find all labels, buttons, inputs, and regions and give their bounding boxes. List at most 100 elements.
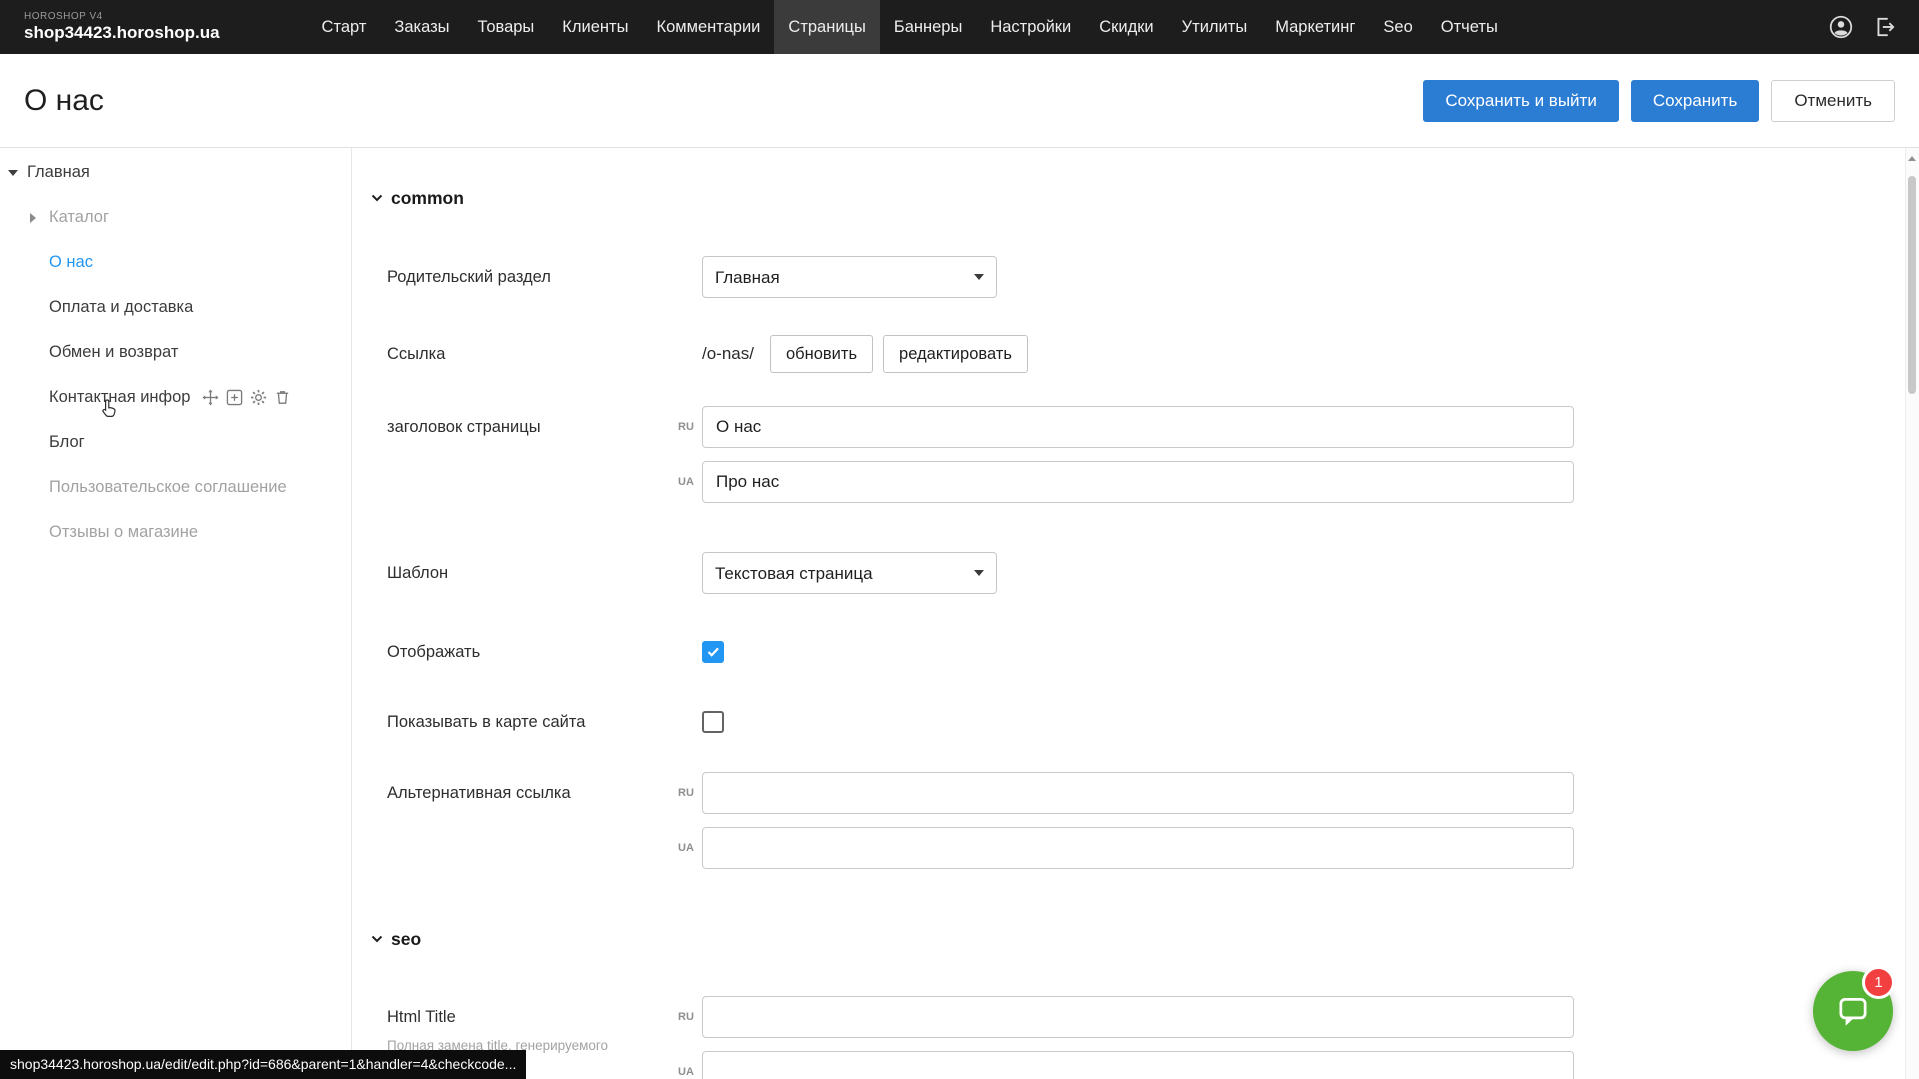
tree-item-actions (202, 389, 291, 406)
alt-link-inputs: RU UA (678, 772, 1574, 869)
link-preview-statusbar: shop34423.horoshop.ua/edit/edit.php?id=6… (0, 1050, 526, 1079)
html-title-label-block: Html Title Полная замена title, генериру… (387, 996, 678, 1055)
scroll-up-arrow[interactable] (1908, 156, 1916, 161)
topbar-icons (1829, 15, 1897, 39)
sidebar-item-label: Контактная инфор (49, 388, 190, 407)
parent-section-select-input[interactable]: Главная (702, 256, 997, 298)
template-row: Шаблон Текстовая страница (387, 552, 1919, 594)
scrollbar[interactable] (1905, 148, 1919, 1079)
content-area: Главная Каталог О нас Оплата и доставка … (0, 148, 1919, 1079)
chevron-down-icon (371, 935, 383, 943)
html-title-inputs: RU UA (678, 996, 1574, 1079)
html-title-label: Html Title (387, 996, 678, 1038)
brand-version: HOROSHOP V4 (24, 11, 220, 22)
nav-banners[interactable]: Баннеры (880, 0, 976, 54)
caret-right-icon[interactable] (30, 213, 36, 223)
nav-settings[interactable]: Настройки (976, 0, 1085, 54)
alt-link-label: Альтернативная ссылка (387, 772, 678, 814)
nav-marketing[interactable]: Маркетинг (1261, 0, 1369, 54)
nav-utilities[interactable]: Утилиты (1168, 0, 1262, 54)
template-label: Шаблон (387, 564, 702, 583)
nav-pages[interactable]: Страницы (774, 0, 879, 54)
page-title-inputs: RU UA (678, 406, 1574, 503)
nav-start[interactable]: Старт (308, 0, 381, 54)
html-title-row: Html Title Полная замена title, генериру… (387, 996, 1919, 1079)
save-and-exit-button[interactable]: Сохранить и выйти (1423, 80, 1618, 122)
scrollbar-thumb[interactable] (1908, 176, 1916, 394)
page-header: О нас Сохранить и выйти Сохранить Отмени… (0, 54, 1919, 148)
sidebar-item-glavnaya[interactable]: Главная (0, 150, 351, 195)
sitemap-label: Показывать в карте сайта (387, 713, 702, 732)
nav-comments[interactable]: Комментарии (642, 0, 774, 54)
lang-ua-label: UA (678, 1066, 702, 1078)
move-icon[interactable] (202, 389, 219, 406)
sidebar-item-o-nas[interactable]: О нас (0, 240, 351, 285)
sitemap-row: Показывать в карте сайта (387, 711, 1919, 733)
lang-ua-label: UA (678, 476, 702, 488)
sidebar-item-kontaktnaya-infor[interactable]: Контактная инфор (0, 375, 351, 420)
nav-orders[interactable]: Заказы (380, 0, 463, 54)
page-edit-form: common Родительский раздел Главная Ссылк… (352, 148, 1919, 1079)
save-button[interactable]: Сохранить (1631, 80, 1759, 122)
sidebar-item-label: Обмен и возврат (49, 343, 178, 362)
display-checkbox[interactable] (702, 641, 724, 663)
link-row: Ссылка /o-nas/ обновить редактировать (387, 335, 1919, 373)
parent-section-select[interactable]: Главная (702, 256, 997, 298)
header-buttons: Сохранить и выйти Сохранить Отменить (1423, 80, 1895, 122)
sidebar-item-oplata-i-dostavka[interactable]: Оплата и доставка (0, 285, 351, 330)
brand-domain: shop34423.horoshop.ua (24, 23, 220, 43)
sidebar-item-polzovatelskoe-soglashenie[interactable]: Пользовательское соглашение (0, 465, 351, 510)
check-icon (707, 647, 720, 657)
alt-link-ru-input[interactable] (702, 772, 1574, 814)
section-seo[interactable]: seo (371, 929, 1919, 949)
user-icon[interactable] (1829, 15, 1853, 39)
app-window: HOROSHOP V4 shop34423.horoshop.ua Старт … (0, 0, 1919, 1079)
brand-logo[interactable]: HOROSHOP V4 shop34423.horoshop.ua (24, 11, 220, 43)
chevron-down-icon (371, 194, 383, 202)
sidebar-item-katalog[interactable]: Каталог (0, 195, 351, 240)
nav-seo[interactable]: Seo (1369, 0, 1426, 54)
edit-link-button[interactable]: редактировать (883, 335, 1028, 373)
chat-button[interactable]: 1 (1813, 971, 1893, 1051)
nav-products[interactable]: Товары (464, 0, 549, 54)
sidebar-item-label: Главная (27, 163, 90, 182)
lang-ru-label: RU (678, 787, 702, 799)
caret-down-icon[interactable] (8, 170, 18, 176)
link-controls: /o-nas/ обновить редактировать (702, 335, 1028, 373)
sidebar-item-label: Блог (49, 433, 85, 452)
sidebar-item-blog[interactable]: Блог (0, 420, 351, 465)
page-title-ua-input[interactable] (702, 461, 1574, 503)
add-icon[interactable] (226, 389, 243, 406)
settings-icon[interactable] (250, 389, 267, 406)
section-common-label: common (391, 188, 464, 208)
page-title-label: заголовок страницы (387, 406, 678, 448)
logout-icon[interactable] (1873, 15, 1897, 39)
alt-link-ua-input[interactable] (702, 827, 1574, 869)
sidebar-item-otzyvy-o-magazine[interactable]: Отзывы о магазине (0, 510, 351, 555)
lang-ru-label: RU (678, 1011, 702, 1023)
page-title-ru-input[interactable] (702, 406, 1574, 448)
lang-ru-label: RU (678, 421, 702, 433)
refresh-link-button[interactable]: обновить (770, 335, 873, 373)
sidebar-item-label: Каталог (49, 208, 109, 227)
topbar: HOROSHOP V4 shop34423.horoshop.ua Старт … (0, 0, 1919, 54)
html-title-ru-input[interactable] (702, 996, 1574, 1038)
html-title-ua-input[interactable] (702, 1051, 1574, 1079)
nav-reports[interactable]: Отчеты (1427, 0, 1512, 54)
sidebar-item-label: Отзывы о магазине (49, 523, 198, 542)
display-row: Отображать (387, 641, 1919, 663)
sitemap-checkbox[interactable] (702, 711, 724, 733)
template-select[interactable]: Текстовая страница (702, 552, 997, 594)
page-title: О нас (24, 84, 104, 118)
nav-discounts[interactable]: Скидки (1085, 0, 1167, 54)
sidebar-item-label: О нас (49, 253, 93, 272)
sidebar-item-obmen-i-vozvrat[interactable]: Обмен и возврат (0, 330, 351, 375)
template-select-input[interactable]: Текстовая страница (702, 552, 997, 594)
cancel-button[interactable]: Отменить (1771, 80, 1895, 122)
section-common[interactable]: common (371, 188, 1919, 208)
nav-clients[interactable]: Клиенты (548, 0, 642, 54)
section-seo-label: seo (391, 929, 421, 949)
delete-icon[interactable] (274, 389, 291, 406)
alt-link-row: Альтернативная ссылка RU UA (387, 772, 1919, 869)
link-path: /o-nas/ (702, 344, 754, 364)
